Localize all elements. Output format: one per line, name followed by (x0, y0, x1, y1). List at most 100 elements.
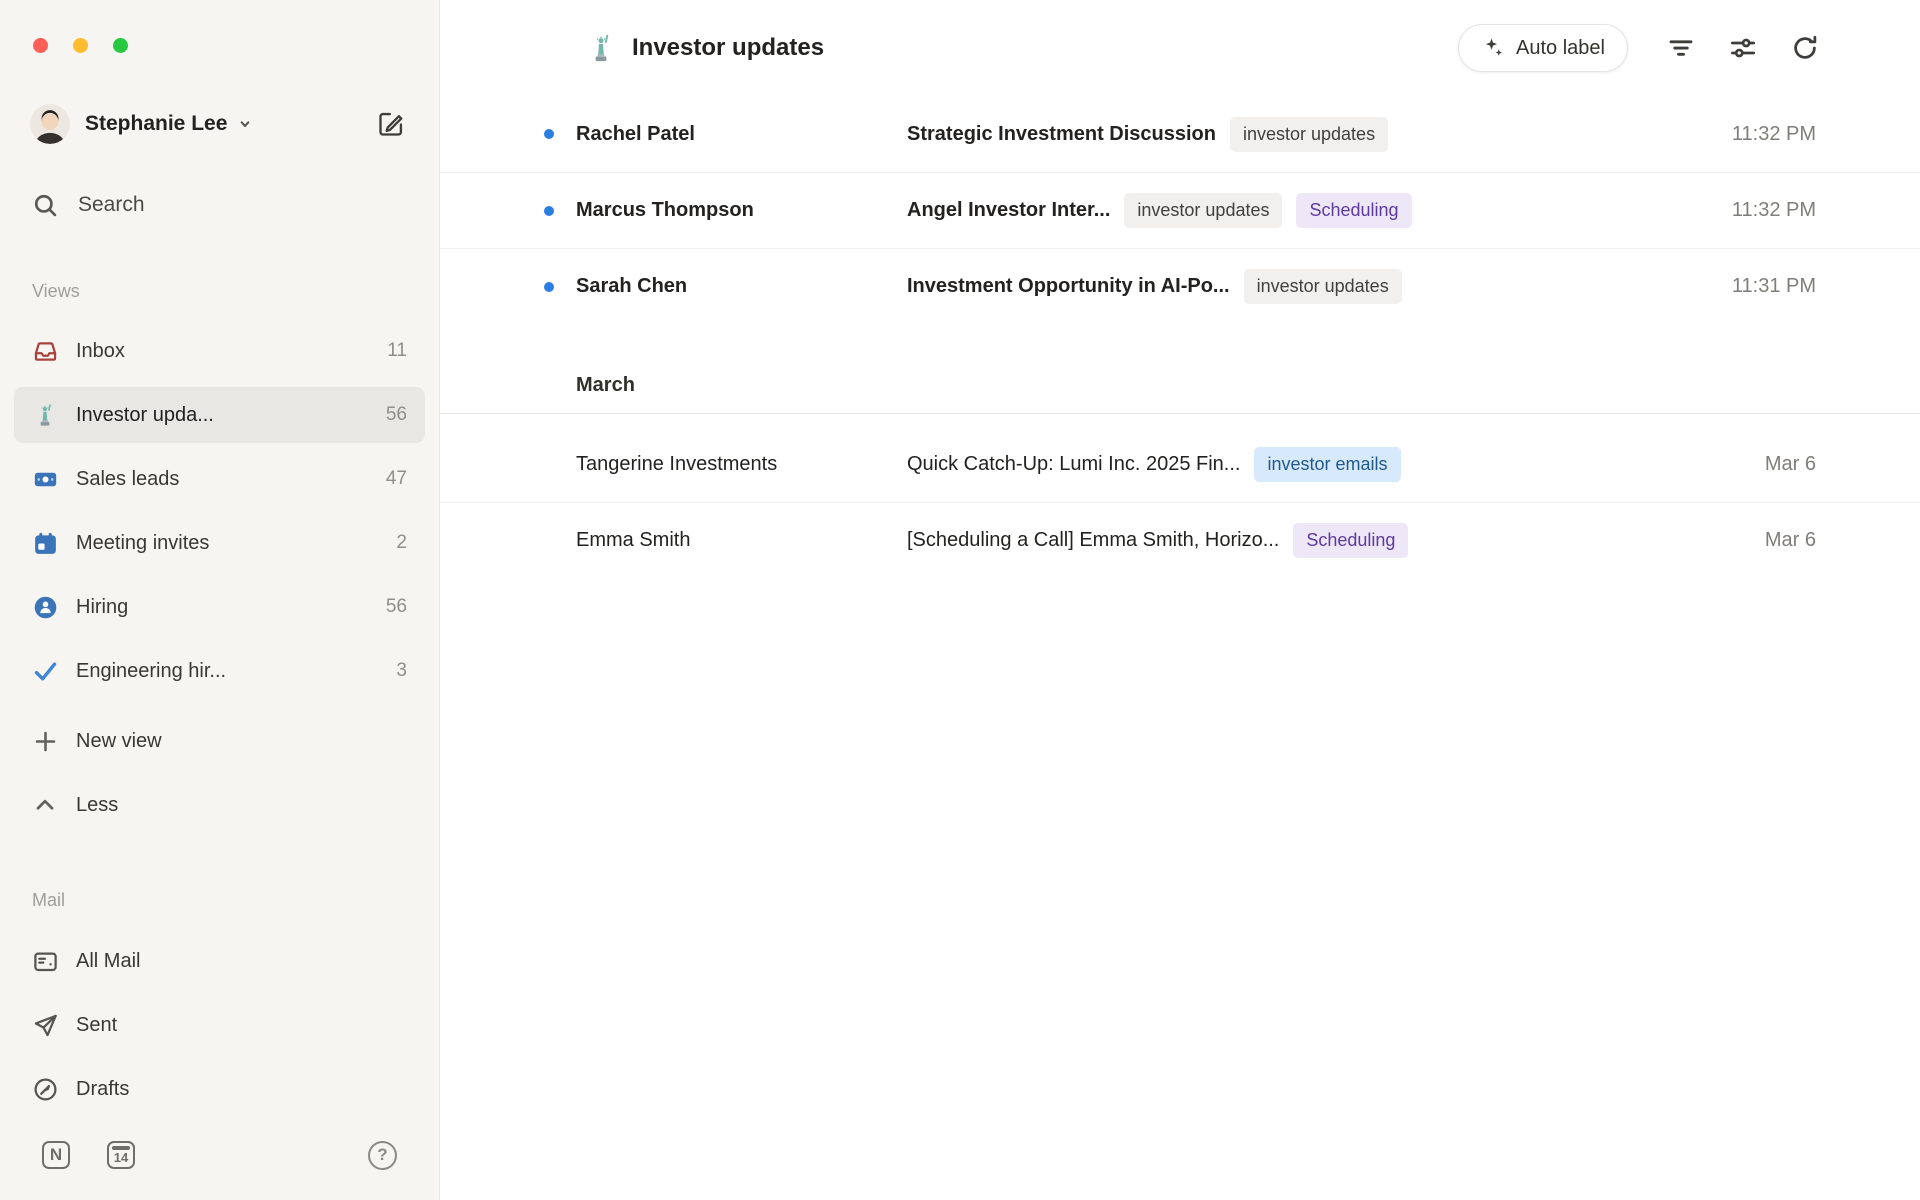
sidebar-item-label: Sent (76, 1014, 407, 1037)
views-nav: Inbox 11 Investor upda... (0, 323, 439, 841)
mail-nav: All Mail Sent (0, 933, 439, 1125)
statue-icon (30, 400, 60, 430)
filter-icon[interactable] (1666, 33, 1696, 63)
header-actions: Auto label (1458, 24, 1820, 72)
sidebar-item-label: Investor upda... (76, 404, 374, 427)
all-mail-icon (30, 946, 60, 976)
email-label-tag[interactable]: investor emails (1254, 447, 1400, 482)
email-time: Mar 6 (1745, 529, 1816, 552)
group-header-march: March (440, 324, 1920, 414)
auto-label-text: Auto label (1516, 37, 1605, 60)
less-label: Less (76, 794, 407, 817)
minimize-window-button[interactable] (73, 38, 88, 53)
sidebar-item-inbox[interactable]: Inbox 11 (14, 323, 425, 379)
user-menu[interactable]: Stephanie Lee (0, 103, 439, 145)
chevron-down-icon (235, 114, 255, 134)
sidebar: Stephanie Lee Search Views (0, 0, 440, 1200)
email-subject: Quick Catch-Up: Lumi Inc. 2025 Fin... (907, 453, 1240, 476)
search-icon (30, 190, 60, 220)
search-bar[interactable]: Search (0, 189, 439, 221)
help-icon[interactable]: ? (368, 1141, 397, 1170)
inbox-icon (30, 336, 60, 366)
sidebar-item-meeting-invites[interactable]: Meeting invites 2 (14, 515, 425, 571)
email-sender: Marcus Thompson (576, 199, 907, 222)
email-row[interactable]: Tangerine Investments Quick Catch-Up: Lu… (440, 426, 1920, 502)
email-sender: Sarah Chen (576, 275, 907, 298)
sidebar-item-sent[interactable]: Sent (14, 997, 425, 1053)
email-label-tag[interactable]: investor updates (1230, 117, 1388, 152)
person-circle-icon (30, 592, 60, 622)
sidebar-item-label: Inbox (76, 340, 375, 363)
email-subject: Angel Investor Inter... (907, 199, 1110, 222)
sidebar-item-label: Engineering hir... (76, 660, 384, 683)
plus-icon (30, 726, 60, 756)
email-time: Mar 6 (1745, 453, 1816, 476)
email-time: 11:31 PM (1712, 275, 1816, 298)
notion-icon[interactable]: N (41, 1140, 71, 1170)
sidebar-item-label: Meeting invites (76, 532, 384, 555)
email-subject: [Scheduling a Call] Emma Smith, Horizo..… (907, 529, 1279, 552)
display-settings-icon[interactable] (1728, 33, 1758, 63)
calendar-icon (30, 528, 60, 558)
search-label: Search (78, 193, 145, 217)
window-controls (0, 0, 439, 53)
sidebar-item-label: Drafts (76, 1078, 407, 1101)
zoom-window-button[interactable] (113, 38, 128, 53)
email-row[interactable]: Marcus Thompson Angel Investor Inter... … (440, 172, 1920, 248)
email-label-tag[interactable]: investor updates (1244, 269, 1402, 304)
unread-count: 2 (396, 532, 407, 554)
calendar-app-icon[interactable]: 14 (106, 1140, 136, 1170)
mail-section-label: Mail (0, 888, 439, 912)
email-group-march: Tangerine Investments Quick Catch-Up: Lu… (440, 414, 1920, 578)
checkmark-icon (30, 656, 60, 686)
sparkles-icon (1481, 36, 1505, 60)
email-sender: Tangerine Investments (576, 453, 907, 476)
email-label-tag[interactable]: Scheduling (1293, 523, 1408, 558)
group-label: March (576, 374, 635, 396)
email-label-tag[interactable]: investor updates (1124, 193, 1282, 228)
auto-label-button[interactable]: Auto label (1458, 24, 1628, 72)
app-window: Stephanie Lee Search Views (0, 0, 1920, 1200)
less-button[interactable]: Less (14, 777, 425, 833)
unread-dot (544, 206, 554, 216)
unread-count: 56 (386, 596, 407, 618)
sidebar-item-label: Hiring (76, 596, 374, 619)
unread-count: 47 (386, 468, 407, 490)
email-label-tag[interactable]: Scheduling (1296, 193, 1411, 228)
view-header: Investor updates Auto label (440, 0, 1920, 96)
email-row[interactable]: Rachel Patel Strategic Investment Discus… (440, 96, 1920, 172)
email-list: Rachel Patel Strategic Investment Discus… (440, 96, 1920, 1200)
statue-icon (585, 32, 617, 64)
email-row[interactable]: Sarah Chen Investment Opportunity in AI-… (440, 248, 1920, 324)
new-view-label: New view (76, 730, 407, 753)
sidebar-item-sales-leads[interactable]: Sales leads 47 (14, 451, 425, 507)
unread-count: 3 (396, 660, 407, 682)
paper-plane-icon (30, 1010, 60, 1040)
email-row[interactable]: Emma Smith [Scheduling a Call] Emma Smit… (440, 502, 1920, 578)
unread-dot (544, 129, 554, 139)
unread-count: 11 (387, 340, 407, 362)
email-sender: Rachel Patel (576, 123, 907, 146)
main-panel: Investor updates Auto label (440, 0, 1920, 1200)
sidebar-item-label: Sales leads (76, 468, 374, 491)
sidebar-item-investor-updates[interactable]: Investor upda... 56 (14, 387, 425, 443)
banknote-icon (30, 464, 60, 494)
sidebar-item-label: All Mail (76, 950, 407, 973)
sidebar-item-hiring[interactable]: Hiring 56 (14, 579, 425, 635)
sidebar-footer: N 14 ? (0, 1140, 439, 1200)
sidebar-item-drafts[interactable]: Drafts (14, 1061, 425, 1117)
sidebar-item-all-mail[interactable]: All Mail (14, 933, 425, 989)
email-time: 11:32 PM (1712, 123, 1816, 146)
avatar (30, 104, 70, 144)
refresh-icon[interactable] (1790, 33, 1820, 63)
page-title: Investor updates (632, 34, 824, 62)
views-section-label: Views (0, 279, 439, 303)
new-view-button[interactable]: New view (14, 713, 425, 769)
sidebar-item-engineering-hiring[interactable]: Engineering hir... 3 (14, 643, 425, 699)
email-group-today: Rachel Patel Strategic Investment Discus… (440, 96, 1920, 324)
close-window-button[interactable] (33, 38, 48, 53)
compose-icon[interactable] (377, 110, 405, 138)
unread-count: 56 (386, 404, 407, 426)
user-name: Stephanie Lee (85, 112, 227, 136)
email-sender: Emma Smith (576, 529, 907, 552)
